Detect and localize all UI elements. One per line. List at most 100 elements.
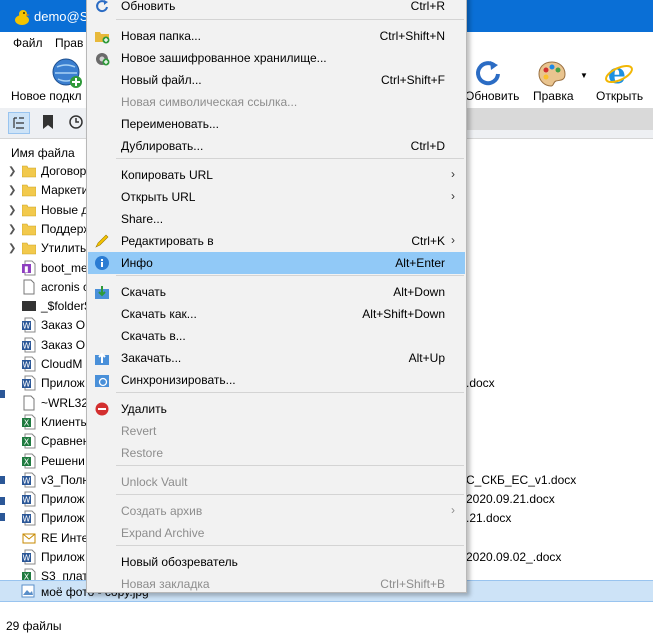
menu-item-копировать-url[interactable]: Копировать URL › [88,164,465,186]
menu-item-label: Новая символическая ссылка... [121,95,298,109]
file-icon [22,395,36,411]
archive-icon: ▮ [22,260,36,276]
excel-file-icon: X [22,453,36,469]
file-name: Прилож [41,492,85,506]
menu-item-label: Закачать... [121,351,182,365]
menu-item-label: Share... [121,212,164,226]
menu-separator [116,275,464,276]
edit-button[interactable]: Правка [533,89,574,103]
expand-icon[interactable]: ❯ [8,224,16,235]
file-name: boot_me [41,261,88,275]
menu-item-restore: Restore [88,442,465,464]
file-name-tail: 2020.09.02_.docx [466,550,562,564]
menu-file[interactable]: Файл [13,36,43,50]
menu-separator [116,19,464,20]
menu-item-инфо[interactable]: Инфо Alt+Enter [88,252,465,274]
file-name: Поддерж [41,222,92,236]
expand-icon[interactable]: ❯ [8,243,16,254]
left-edge-marker [0,387,6,401]
path-bar [466,108,653,130]
menu-separator [116,392,464,393]
word-file-icon: W [22,491,36,507]
svg-text:W: W [23,554,31,563]
svg-text:X: X [24,438,30,447]
menu-item-label: Unlock Vault [121,475,188,489]
menu-item-revert: Revert [88,420,465,442]
folder-icon [21,202,37,218]
refresh-button[interactable]: Обновить [465,89,519,103]
file-name: Заказ О [41,318,86,332]
chevron-right-icon: › [451,503,455,517]
file-name: Решени [41,454,85,468]
file-name: v3_Полн [41,473,90,487]
file-name-tail: С_СКБ_ЕС_v1.docx [466,473,577,487]
new-connection-button[interactable]: Новое подкл [11,89,82,103]
mail-file-icon [22,530,36,546]
menu-item-обновить[interactable]: Обновить Ctrl+R [88,0,465,17]
menu-item-shortcut: Alt+Up [408,351,445,365]
expand-icon[interactable]: ❯ [8,205,16,216]
open-button[interactable]: Открыть [596,89,643,103]
chevron-down-icon[interactable]: ▼ [580,71,588,80]
menu-item-закачать[interactable]: Закачать... Alt+Up [88,347,465,369]
expand-icon[interactable]: ❯ [8,166,16,177]
column-header-filename[interactable]: Имя файла [11,146,75,160]
menu-item-label: Дублировать... [121,139,204,153]
clock-icon[interactable] [66,112,86,132]
menu-item-переименовать[interactable]: Переименовать... [88,113,465,135]
menu-item-скачать-в[interactable]: Скачать в... [88,325,465,347]
menu-item-открыть-url[interactable]: Открыть URL › [88,186,465,208]
menu-item-дублировать[interactable]: Дублировать... Ctrl+D [88,135,465,157]
tree-view-icon[interactable] [8,112,30,134]
status-bar-text: 29 файлы [6,619,62,633]
sync-icon [94,372,110,388]
menu-item-новая-папка[interactable]: Новая папка... Ctrl+Shift+N [88,25,465,47]
word-file-icon: W [22,549,36,565]
menu-item-создать-архив: Создать архив › [88,500,465,522]
menu-item-label: Скачать в... [121,329,186,343]
menu-item-label: Открыть URL [121,190,196,204]
menu-item-shortcut: Ctrl+Shift+N [379,29,445,43]
refresh-icon [94,0,110,14]
menu-item-label: Скачать как... [121,307,197,321]
menu-item-label: Обновить [121,0,176,13]
expand-icon[interactable]: ❯ [8,185,16,196]
bookmark-icon[interactable] [38,112,58,132]
menu-edit[interactable]: Прав [55,36,83,50]
menu-item-синхронизировать[interactable]: Синхронизировать... [88,369,465,391]
menu-item-shortcut: Ctrl+D [410,139,445,153]
file-name: RE Инте [41,531,89,545]
menu-item-shortcut: Ctrl+Shift+F [380,73,445,87]
menu-item-shortcut: Ctrl+K [411,234,445,248]
menu-item-скачать-как[interactable]: Скачать как... Alt+Shift+Down [88,303,465,325]
svg-text:W: W [23,342,31,351]
menu-item-новый-обозреватель[interactable]: Новый обозреватель [88,551,465,573]
file-name: Заказ О [41,338,86,352]
file-name: acronis c [41,280,90,294]
menu-item-label: Переименовать... [121,117,219,131]
globe-plus-icon[interactable] [51,57,83,89]
folder-marker-icon [22,298,36,314]
pencil-icon [94,233,110,249]
left-edge-marker [0,473,6,487]
menu-item-новый-файл[interactable]: Новый файл... Ctrl+Shift+F [88,69,465,91]
menu-item-новое-зашифрованное-хранилище[interactable]: Новое зашифрованное хранилище... [88,47,465,69]
browser-icon[interactable]: e [603,57,635,89]
folder-icon [21,240,37,256]
menu-item-shortcut: Alt+Shift+Down [362,307,445,321]
menu-item-share[interactable]: Share... [88,208,465,230]
menu-item-редактировать-в[interactable]: Редактировать в Ctrl+K › [88,230,465,252]
svg-text:▮: ▮ [24,265,28,274]
menu-item-label: Синхронизировать... [121,373,236,387]
word-file-icon: W [22,337,36,353]
chevron-right-icon: › [451,189,455,203]
file-name: Прилож [41,550,85,564]
excel-file-icon: X [22,414,36,430]
file-name: Утилиты [41,241,89,255]
palette-icon[interactable] [537,59,567,89]
menu-item-скачать[interactable]: Скачать Alt+Down [88,281,465,303]
menu-item-удалить[interactable]: Удалить [88,398,465,420]
refresh-icon[interactable] [473,57,503,87]
context-menu: Обновить Ctrl+R Новая папка... Ctrl+Shift+N… [86,0,467,593]
folder-icon [21,221,37,237]
